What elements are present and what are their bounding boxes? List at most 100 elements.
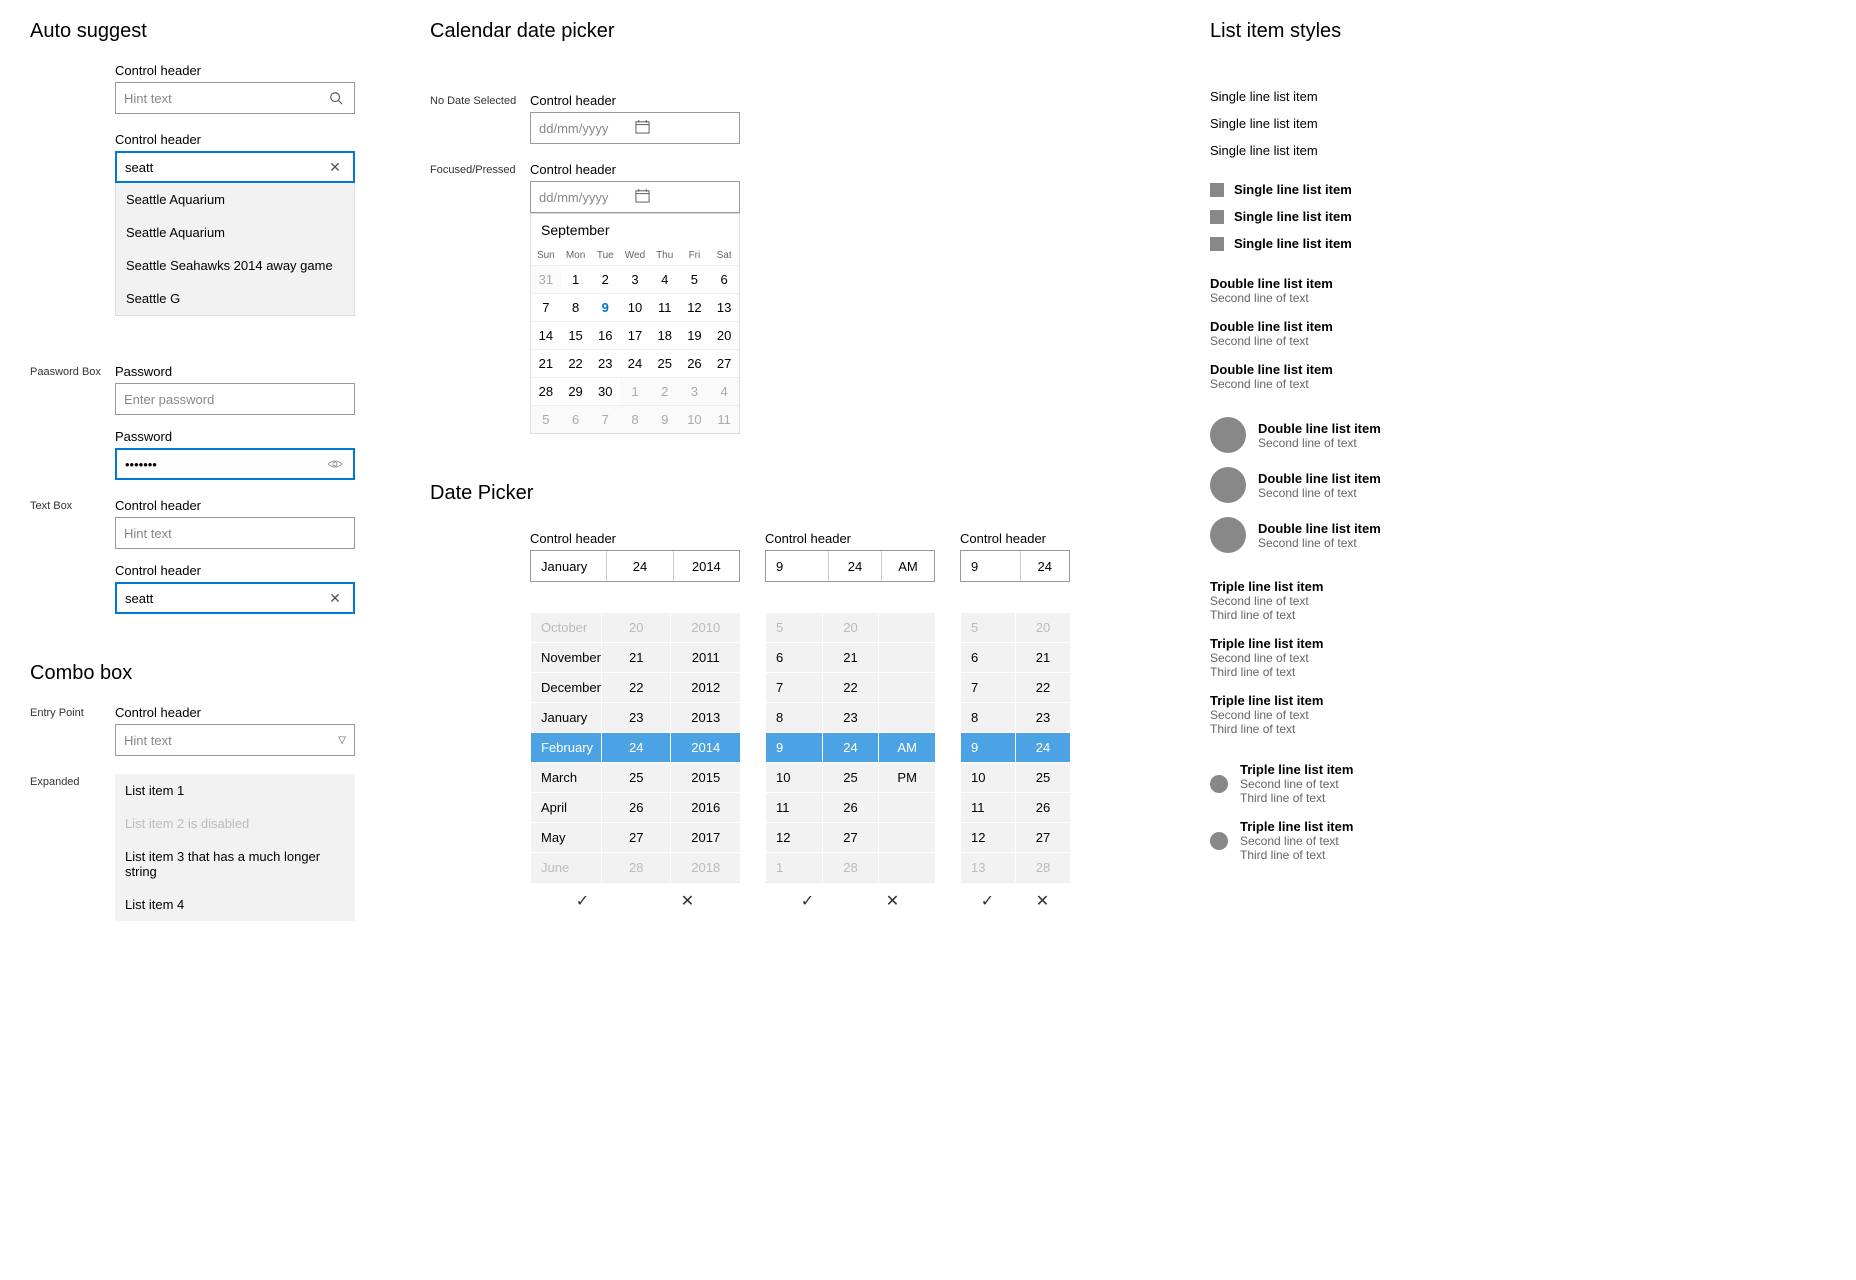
cancel-icon[interactable]: ✕ bbox=[635, 883, 740, 918]
spinner-cell[interactable]: 2018 bbox=[670, 852, 740, 882]
spinner-cell[interactable]: 20 bbox=[1015, 612, 1070, 642]
calendar-day[interactable]: 15 bbox=[561, 321, 591, 349]
spinner-1[interactable]: OctoberNovemberDecemberJanuaryFebruaryMa… bbox=[530, 612, 740, 918]
spinner-cell[interactable] bbox=[878, 702, 935, 732]
spinner-cell[interactable]: 21 bbox=[601, 642, 671, 672]
spinner-cell[interactable]: 2013 bbox=[670, 702, 740, 732]
spinner-cell[interactable]: 2017 bbox=[670, 822, 740, 852]
spinner-cell[interactable]: 24 bbox=[822, 732, 879, 762]
calendar-day[interactable]: 11 bbox=[650, 293, 680, 321]
spinner-cell[interactable]: 10 bbox=[960, 762, 1015, 792]
calendar-day[interactable]: 20 bbox=[709, 321, 739, 349]
spinner-cell[interactable]: 1 bbox=[765, 852, 822, 882]
spinner-cell[interactable]: 22 bbox=[601, 672, 671, 702]
calendar-icon[interactable] bbox=[635, 188, 731, 206]
spinner-cell[interactable]: 23 bbox=[822, 702, 879, 732]
autosuggest-input-2[interactable]: ✕ bbox=[115, 151, 355, 183]
calendar-icon[interactable] bbox=[635, 119, 731, 137]
spinner-cell[interactable]: May bbox=[530, 822, 601, 852]
calendar-day[interactable]: 9 bbox=[590, 293, 620, 321]
spinner-cell[interactable]: 22 bbox=[822, 672, 879, 702]
calendar-day[interactable]: 13 bbox=[709, 293, 739, 321]
spinner-cell[interactable] bbox=[878, 672, 935, 702]
picker-segment[interactable]: AM bbox=[881, 551, 934, 581]
spinner-cell[interactable]: 25 bbox=[1015, 762, 1070, 792]
textbox-input-2[interactable]: ✕ bbox=[115, 582, 355, 614]
accept-icon[interactable]: ✓ bbox=[765, 883, 850, 918]
accept-icon[interactable]: ✓ bbox=[530, 883, 635, 918]
spinner-cell[interactable]: 8 bbox=[960, 702, 1015, 732]
calendar-day[interactable]: 1 bbox=[561, 265, 591, 293]
calendar-day[interactable]: 2 bbox=[590, 265, 620, 293]
list-item[interactable]: Single line list item bbox=[1210, 110, 1430, 137]
spinner-cell[interactable]: 2014 bbox=[670, 732, 740, 762]
clear-icon[interactable]: ✕ bbox=[325, 588, 345, 608]
spinner-cell[interactable]: February bbox=[530, 732, 601, 762]
date-input-1[interactable]: dd/mm/yyyy bbox=[530, 112, 740, 144]
calendar-day[interactable]: 4 bbox=[650, 265, 680, 293]
spinner-cell[interactable]: November bbox=[530, 642, 601, 672]
cancel-icon[interactable]: ✕ bbox=[1015, 883, 1070, 918]
chevron-down-icon[interactable]: ▽ bbox=[338, 735, 346, 746]
spinner-cell[interactable] bbox=[878, 852, 935, 882]
picker-segment[interactable]: 24 bbox=[606, 551, 672, 581]
calendar-day[interactable]: 9 bbox=[650, 405, 680, 433]
spinner-cell[interactable]: March bbox=[530, 762, 601, 792]
calendar-day[interactable]: 16 bbox=[590, 321, 620, 349]
spinner-cell[interactable]: 2012 bbox=[670, 672, 740, 702]
calendar-day[interactable]: 6 bbox=[709, 265, 739, 293]
calendar-day[interactable]: 25 bbox=[650, 349, 680, 377]
textbox-input-1[interactable] bbox=[115, 517, 355, 549]
calendar-day[interactable]: 3 bbox=[680, 377, 710, 405]
spinner-cell[interactable]: 5 bbox=[765, 612, 822, 642]
spinner-cell[interactable] bbox=[878, 822, 935, 852]
spinner-cell[interactable]: 23 bbox=[601, 702, 671, 732]
calendar-day[interactable]: 6 bbox=[561, 405, 591, 433]
calendar-day[interactable]: 5 bbox=[531, 405, 561, 433]
calendar-day[interactable]: 8 bbox=[561, 293, 591, 321]
calendar-day[interactable]: 31 bbox=[531, 265, 561, 293]
list-item[interactable]: Triple line list itemSecond line of text… bbox=[1210, 629, 1430, 686]
password-text-2[interactable] bbox=[125, 457, 325, 472]
picker-segment[interactable]: 2014 bbox=[673, 551, 739, 581]
spinner-cell[interactable]: 27 bbox=[601, 822, 671, 852]
calendar-day[interactable]: 21 bbox=[531, 349, 561, 377]
picker-segment[interactable]: 9 bbox=[766, 551, 828, 581]
calendar-day[interactable]: 26 bbox=[680, 349, 710, 377]
list-item[interactable]: Triple line list itemSecond line of text… bbox=[1210, 572, 1430, 629]
autosuggest-option[interactable]: Seattle Seahawks 2014 away game bbox=[116, 249, 354, 282]
list-item[interactable]: Single line list item bbox=[1210, 176, 1430, 203]
spinner-cell[interactable]: 23 bbox=[1015, 702, 1070, 732]
calendar-day[interactable]: 27 bbox=[709, 349, 739, 377]
spinner-cell[interactable]: 26 bbox=[1015, 792, 1070, 822]
list-item[interactable]: Single line list item bbox=[1210, 230, 1430, 257]
spinner-3[interactable]: 5678910111213202122232425262728 ✓ ✕ bbox=[960, 612, 1070, 918]
password-input-2[interactable] bbox=[115, 448, 355, 480]
spinner-cell[interactable]: 20 bbox=[822, 612, 879, 642]
calendar-day[interactable]: 12 bbox=[680, 293, 710, 321]
picker-box-2[interactable]: 924AM bbox=[765, 550, 935, 582]
spinner-cell[interactable]: 28 bbox=[822, 852, 879, 882]
spinner-cell[interactable]: 25 bbox=[601, 762, 671, 792]
spinner-cell[interactable]: 22 bbox=[1015, 672, 1070, 702]
autosuggest-option[interactable]: Seattle G bbox=[116, 282, 354, 315]
picker-segment[interactable]: 24 bbox=[828, 551, 881, 581]
spinner-cell[interactable]: 28 bbox=[1015, 852, 1070, 882]
picker-box-3[interactable]: 924 bbox=[960, 550, 1070, 582]
calendar-day[interactable]: 28 bbox=[531, 377, 561, 405]
calendar-day[interactable]: 10 bbox=[620, 293, 650, 321]
spinner-cell[interactable]: 27 bbox=[1015, 822, 1070, 852]
spinner-cell[interactable]: April bbox=[530, 792, 601, 822]
spinner-cell[interactable]: 2016 bbox=[670, 792, 740, 822]
autosuggest-text-1[interactable] bbox=[124, 91, 326, 106]
calendar-day[interactable]: 22 bbox=[561, 349, 591, 377]
autosuggest-option[interactable]: Seattle Aquarium bbox=[116, 216, 354, 249]
calendar-day[interactable]: 30 bbox=[590, 377, 620, 405]
password-input-1[interactable] bbox=[115, 383, 355, 415]
textbox-text-1[interactable] bbox=[124, 526, 346, 541]
list-item[interactable]: Double line list itemSecond line of text bbox=[1210, 355, 1430, 398]
combo-option[interactable]: List item 1 bbox=[115, 774, 355, 807]
spinner-cell[interactable]: 24 bbox=[601, 732, 671, 762]
spinner-cell[interactable]: 6 bbox=[765, 642, 822, 672]
calendar-day[interactable]: 8 bbox=[620, 405, 650, 433]
